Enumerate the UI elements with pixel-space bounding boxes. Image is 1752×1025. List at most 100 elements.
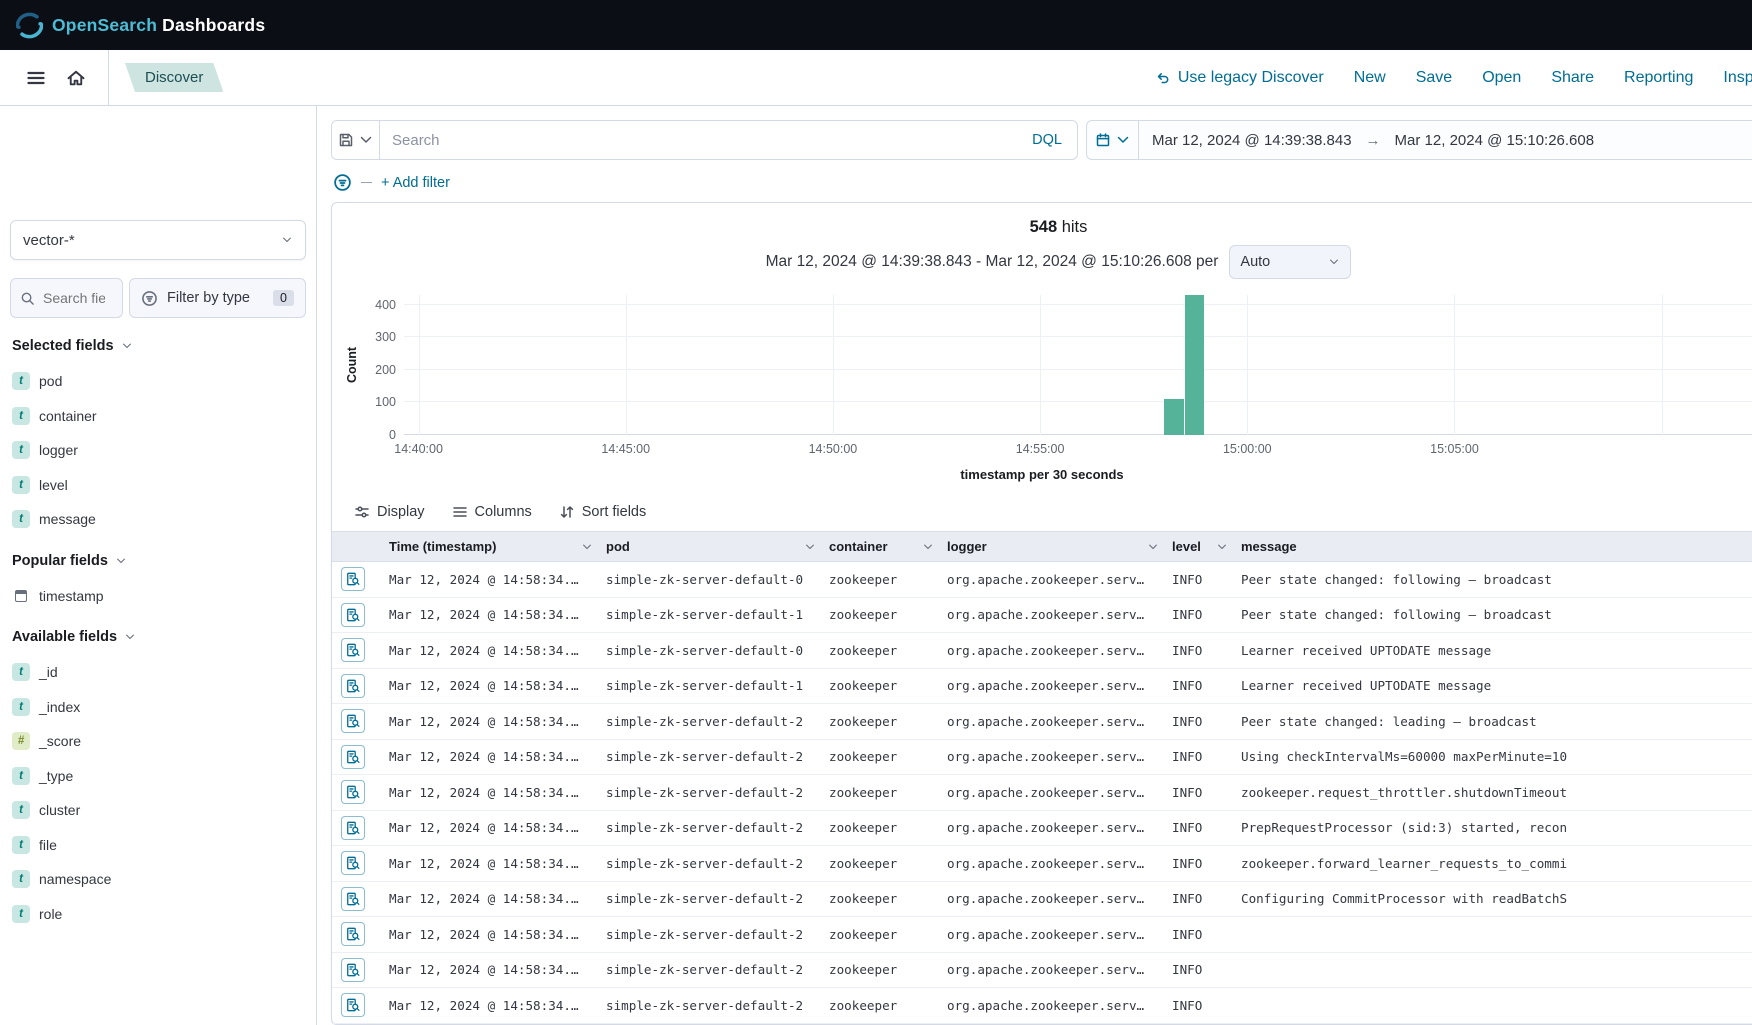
cell-time: Mar 12, 2024 @ 14:58:34.… [381,633,598,669]
column-header[interactable]: container [821,532,939,562]
field-item[interactable]: t level [10,468,306,503]
query-language-button[interactable]: DQL [1017,121,1077,159]
cell-pod: simple-zk-server-default-2 [598,775,821,811]
nav-action-link[interactable]: Save [1416,69,1452,87]
add-filter-link[interactable]: + Add filter [381,175,450,191]
expand-document-button[interactable] [341,851,365,875]
date-range-arrow-icon: → [1366,132,1381,149]
expand-document-button[interactable] [341,709,365,733]
field-search-input[interactable] [41,289,107,307]
column-header[interactable]: level [1164,532,1233,562]
histogram-plot: 14:40:0014:45:0014:50:0014:55:0015:00:00… [404,295,1680,435]
cell-logger: org.apache.zookeeper.serv… [939,739,1164,775]
filter-divider [361,182,372,183]
table-row: Mar 12, 2024 @ 14:58:34.… simple-zk-serv… [332,917,1752,953]
expand-document-button[interactable] [341,887,365,911]
cell-level: INFO [1164,952,1233,988]
cell-message: Peer state changed: following – broadcas… [1233,597,1752,633]
home-button[interactable] [56,58,96,98]
x-tick-label: 15:00:00 [1223,442,1272,456]
nav-action-link[interactable]: Share [1551,69,1594,87]
field-type-icon: t [12,372,30,390]
popular-fields-heading[interactable]: Popular fields [12,553,306,569]
column-header[interactable]: pod [598,532,821,562]
filter-by-type-button[interactable]: Filter by type 0 [129,278,306,318]
field-name: _id [39,664,58,680]
histogram-bar[interactable] [1164,399,1183,435]
nav-action-link[interactable]: New [1354,69,1386,87]
table-body: Mar 12, 2024 @ 14:58:34.… simple-zk-serv… [332,562,1752,1024]
field-item[interactable]: t logger [10,433,306,468]
cell-level: INFO [1164,597,1233,633]
nav-action-link[interactable]: Inspect [1723,69,1752,87]
use-legacy-discover-link[interactable]: Use legacy Discover [1155,69,1324,87]
expand-document-button[interactable] [341,638,365,662]
histogram-bar[interactable] [1185,295,1204,435]
nav-action-link[interactable]: Reporting [1624,69,1693,87]
table-row: Mar 12, 2024 @ 14:58:34.… simple-zk-serv… [332,952,1752,988]
field-item[interactable]: t role [10,897,306,932]
cell-time: Mar 12, 2024 @ 14:58:34.… [381,917,598,953]
field-item[interactable]: t pod [10,364,306,399]
date-quick-select-button[interactable] [1087,121,1139,159]
inspect-icon [346,963,360,977]
expand-document-button[interactable] [341,603,365,627]
expand-document-button[interactable] [341,993,365,1017]
filter-circle-icon[interactable] [333,173,352,192]
sort-fields-button[interactable]: Sort fields [559,504,646,520]
expand-document-button[interactable] [341,780,365,804]
content: vector-* Filter by type 0 Selected field… [0,106,1752,1025]
chevron-down-icon[interactable] [1216,541,1228,553]
menu-button[interactable] [16,58,56,98]
column-header[interactable]: message [1233,532,1752,562]
brand-dashboards: Dashboards [162,15,265,35]
table-row: Mar 12, 2024 @ 14:58:34.… simple-zk-serv… [332,704,1752,740]
saved-query-button[interactable] [332,121,380,159]
column-header[interactable]: Time (timestamp) [381,532,598,562]
field-item[interactable]: # _score [10,724,306,759]
available-fields-heading[interactable]: Available fields [12,629,306,645]
field-item[interactable]: t namespace [10,862,306,897]
field-item[interactable]: timestamp [10,579,306,614]
cell-pod: simple-zk-server-default-2 [598,952,821,988]
search-input[interactable] [380,121,1017,159]
y-tick-label: 300 [375,330,396,344]
chevron-down-icon[interactable] [581,541,593,553]
cell-logger: org.apache.zookeeper.serv… [939,562,1164,598]
field-type-icon: t [12,767,30,785]
chevron-down-icon [358,132,374,148]
display-button[interactable]: Display [354,504,425,520]
table-toolbar: Display Columns Sort fields [332,494,1752,531]
x-gridline [626,295,627,435]
field-item[interactable]: t _type [10,759,306,794]
date-range-start[interactable]: Mar 12, 2024 @ 14:39:38.843 [1152,132,1352,149]
field-item[interactable]: t container [10,399,306,434]
field-item[interactable]: t message [10,502,306,537]
index-pattern-select[interactable]: vector-* [10,220,306,260]
expand-document-button[interactable] [341,674,365,698]
interval-select[interactable]: Auto [1229,245,1351,279]
selected-fields-heading[interactable]: Selected fields [12,338,306,354]
field-name: logger [39,442,78,458]
nav-action-link[interactable]: Open [1482,69,1521,87]
y-axis-ticks: 0100200300400 [362,295,404,435]
chevron-down-icon[interactable] [1147,541,1159,553]
breadcrumb[interactable]: Discover [125,63,223,92]
expand-document-button[interactable] [341,745,365,769]
date-range-end[interactable]: Mar 12, 2024 @ 15:10:26.608 [1395,132,1595,149]
chevron-down-icon[interactable] [804,541,816,553]
y-tick-label: 200 [375,363,396,377]
chevron-down-icon[interactable] [922,541,934,553]
expand-document-button[interactable] [341,922,365,946]
y-tick-label: 0 [389,428,396,442]
column-header[interactable]: logger [939,532,1164,562]
field-item[interactable]: t file [10,828,306,863]
cell-logger: org.apache.zookeeper.serv… [939,597,1164,633]
expand-document-button[interactable] [341,816,365,840]
field-item[interactable]: t cluster [10,793,306,828]
field-item[interactable]: t _id [10,655,306,690]
expand-document-button[interactable] [341,958,365,982]
field-item[interactable]: t _index [10,690,306,725]
expand-document-button[interactable] [341,567,365,591]
columns-button[interactable]: Columns [452,504,532,520]
